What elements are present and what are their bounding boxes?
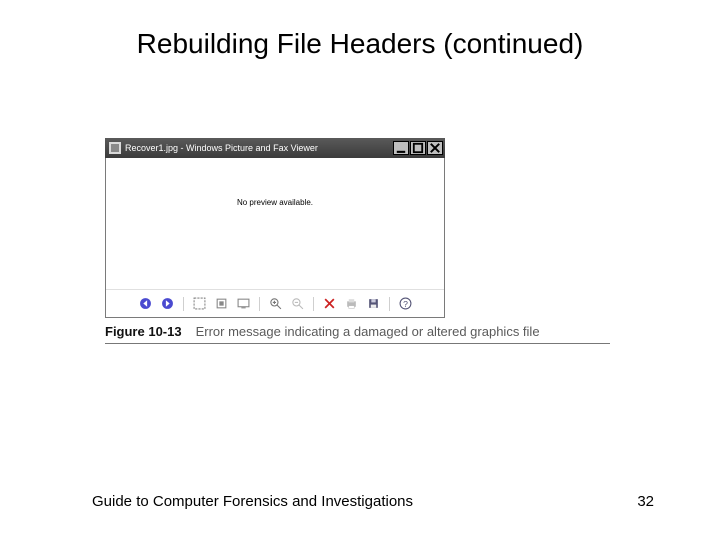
footer-book-title: Guide to Computer Forensics and Investig…: [92, 493, 413, 510]
window-titlebar: Recover1.jpg - Windows Picture and Fax V…: [105, 138, 445, 158]
app-icon: [109, 142, 121, 154]
slide: Rebuilding File Headers (continued) Reco…: [0, 0, 720, 540]
no-preview-message: No preview available.: [237, 198, 313, 207]
maximize-button[interactable]: [410, 141, 426, 155]
caption-divider: [105, 343, 610, 344]
slide-title: Rebuilding File Headers (continued): [0, 28, 720, 60]
separator-icon: [183, 297, 184, 311]
fit-window-icon[interactable]: [193, 297, 206, 310]
previous-icon[interactable]: [139, 297, 152, 310]
help-icon[interactable]: ?: [399, 297, 412, 310]
separator-icon: [389, 297, 390, 311]
zoom-out-icon[interactable]: [291, 297, 304, 310]
window-controls: [393, 141, 443, 155]
viewer-toolbar: ?: [106, 289, 444, 317]
figure: Recover1.jpg - Windows Picture and Fax V…: [105, 138, 615, 344]
save-icon[interactable]: [367, 297, 380, 310]
close-button[interactable]: [427, 141, 443, 155]
viewer-window: Recover1.jpg - Windows Picture and Fax V…: [105, 138, 445, 318]
window-body: No preview available.: [105, 158, 445, 318]
separator-icon: [259, 297, 260, 311]
minimize-button[interactable]: [393, 141, 409, 155]
actual-size-icon[interactable]: [215, 297, 228, 310]
figure-caption: Figure 10-13 Error message indicating a …: [105, 324, 615, 339]
svg-text:?: ?: [403, 299, 408, 309]
preview-area: No preview available.: [106, 158, 444, 289]
figure-number: Figure 10-13: [105, 324, 182, 339]
slideshow-icon[interactable]: [237, 297, 250, 310]
footer-page-number: 32: [637, 493, 654, 510]
delete-icon[interactable]: [323, 297, 336, 310]
figure-caption-text: Error message indicating a damaged or al…: [196, 324, 540, 339]
next-icon[interactable]: [161, 297, 174, 310]
window-title-text: Recover1.jpg - Windows Picture and Fax V…: [125, 143, 389, 153]
print-icon[interactable]: [345, 297, 358, 310]
separator-icon: [313, 297, 314, 311]
zoom-in-icon[interactable]: [269, 297, 282, 310]
